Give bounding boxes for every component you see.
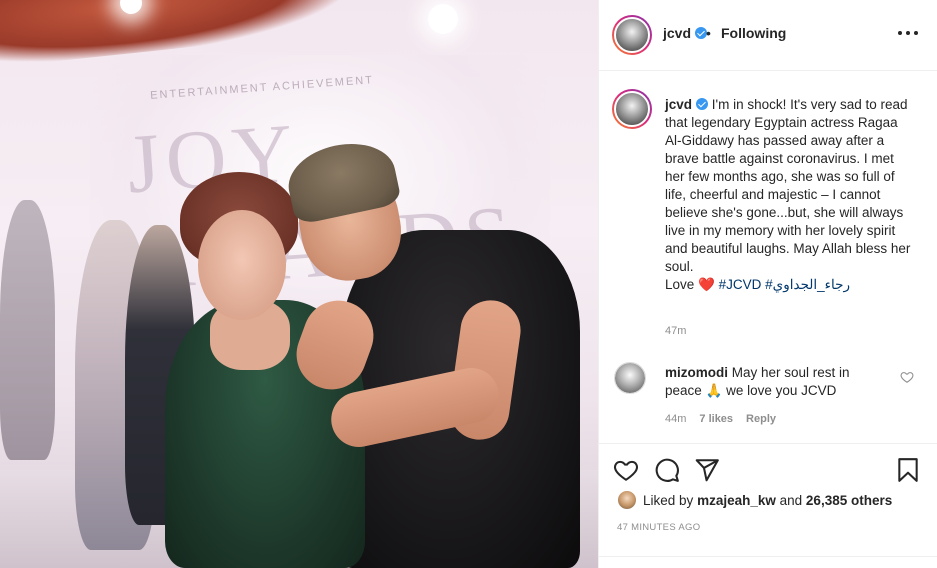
likes-count[interactable]: 26,385 others [806,493,892,508]
caption-username[interactable]: jcvd [665,97,692,112]
likes-prefix: Liked by [643,492,694,508]
bookmark-icon[interactable] [895,457,921,483]
comment-icon[interactable] [654,457,680,483]
post-header: jcvd • Following [599,0,937,71]
liker-username[interactable]: mzajeah_kw [697,493,776,508]
background-person [0,200,55,460]
author-username[interactable]: jcvd [663,25,708,41]
commenter-username[interactable]: mizomodi [665,365,728,380]
heart-emoji: ❤️ [698,277,715,292]
post-caption: jcvd I'm in shock! It's very sad to read… [665,96,915,294]
likes-summary: Liked by mzajeah_kw and 26,385 others [617,490,892,510]
post-photo[interactable]: ENTERTAINMENT ACHIEVEMENT JOY AWARDS [0,0,598,568]
post-actions: Liked by mzajeah_kw and 26,385 others 47… [599,443,937,568]
woman-face [198,210,286,320]
caption-text: I'm in shock! It's very sad to read that… [665,97,911,274]
verified-badge-icon [696,98,709,110]
post-timestamp[interactable]: 47 MINUTES AGO [617,522,700,533]
separator-dot: • [706,25,711,41]
commenter-avatar[interactable] [614,362,646,394]
caption-timestamp[interactable]: 47m [665,325,686,337]
reply-button[interactable]: Reply [746,413,776,425]
comment-heart-icon[interactable] [900,370,914,384]
spotlight [428,4,458,34]
likes-joiner: and [779,492,803,508]
add-comment-bar[interactable] [599,556,937,568]
comments-section[interactable]: jcvd I'm in shock! It's very sad to read… [599,72,937,443]
liker-avatar[interactable] [617,490,637,510]
share-icon[interactable] [694,457,720,483]
caption-author-avatar[interactable] [612,89,652,129]
post-side-panel: jcvd • Following jcvd I'm in shock! It's… [598,0,937,568]
author-avatar[interactable] [612,15,652,55]
comment-likes[interactable]: 7 likes [699,413,733,425]
caption-love: Love [665,277,695,292]
caption-hashtags[interactable]: #JCVD #رجاء_الجداوي [719,277,850,292]
comment-meta: 44m 7 likes Reply [665,413,776,425]
more-options-icon[interactable] [898,25,918,41]
heart-icon[interactable] [613,457,639,483]
following-button[interactable]: Following [721,25,786,41]
comment-timestamp[interactable]: 44m [665,413,686,425]
comment: mizomodi May her soul rest in peace 🙏 we… [665,364,885,400]
